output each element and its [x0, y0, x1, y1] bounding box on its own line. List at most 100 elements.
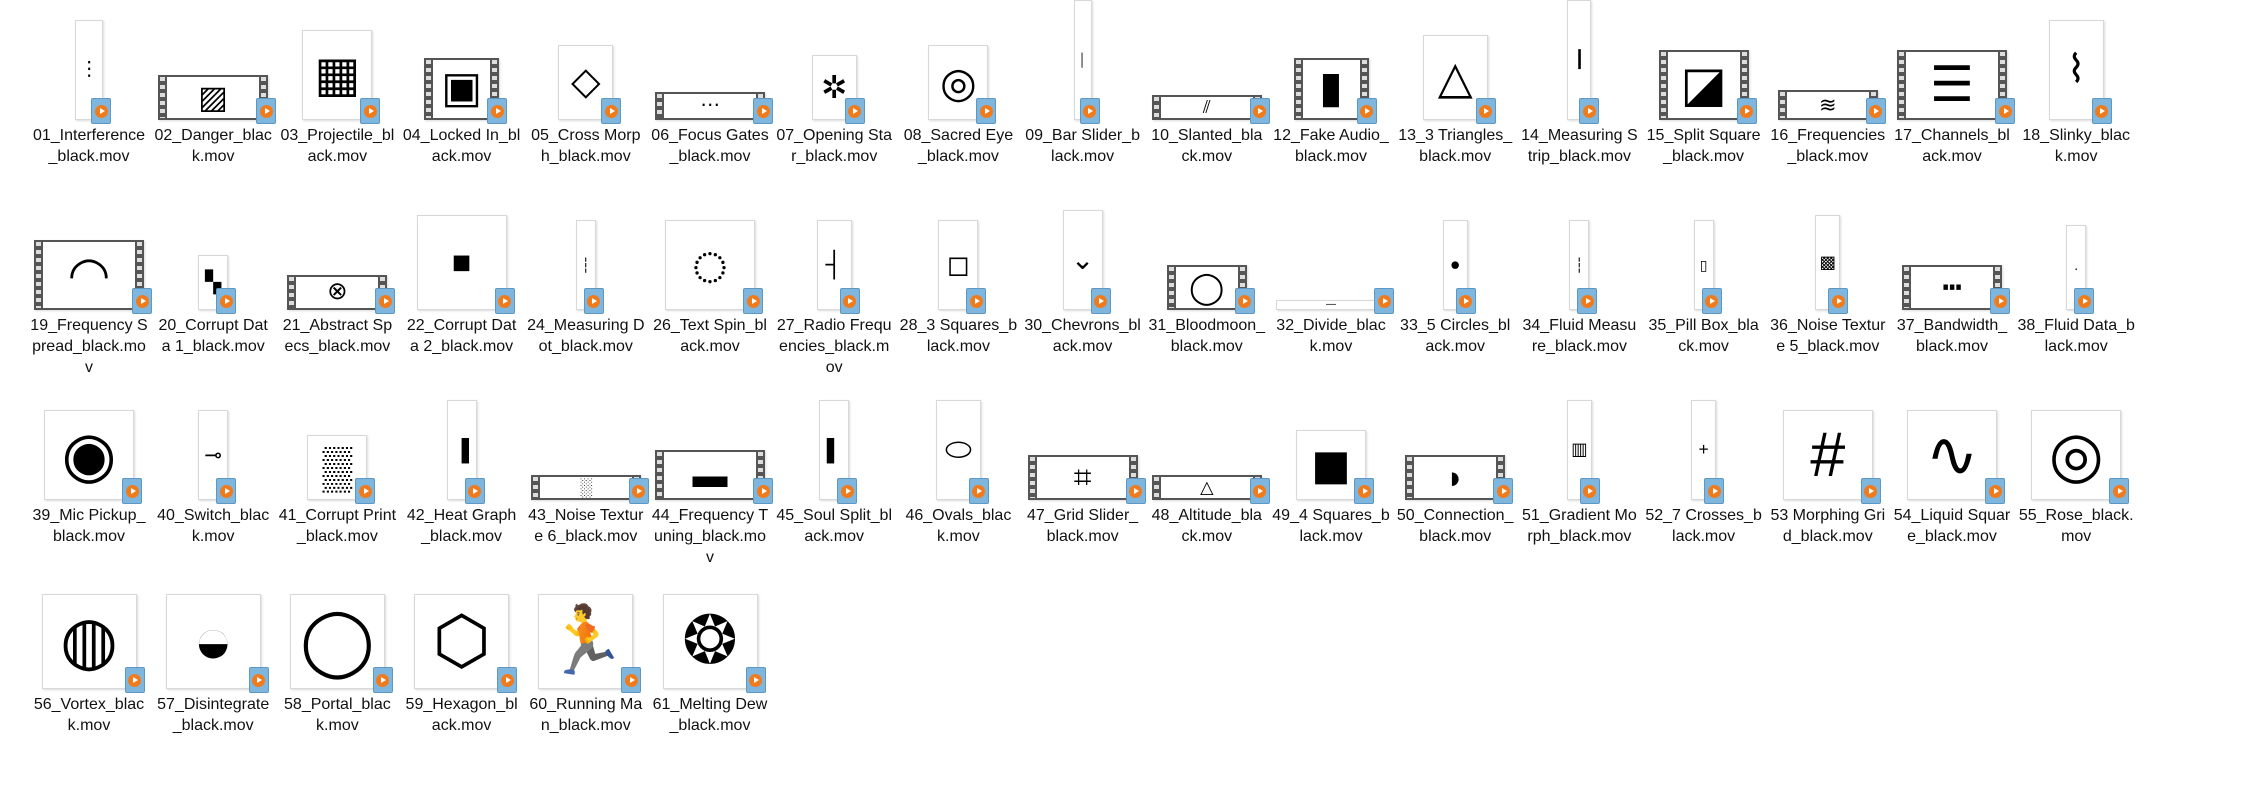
thumbnail-preview-icon: # [1810, 419, 1846, 490]
play-icon [1993, 294, 2007, 308]
video-play-badge-icon [355, 478, 376, 504]
thumbnail-area: ▦ [276, 0, 398, 124]
play-icon [979, 104, 993, 118]
play-icon [1869, 104, 1883, 118]
thumbnail-area: ❂ [649, 564, 771, 693]
thumbnail-preview-icon: ⫽ [1202, 97, 1211, 117]
file-name: 37_Bandwidth_black.mov [1896, 317, 2008, 355]
video-play-badge-icon [1455, 288, 1476, 314]
play-icon [1740, 104, 1754, 118]
thumbnail-area: ● [1394, 185, 1516, 314]
thumbnail-area: ◗ [1394, 375, 1516, 504]
file-name: 15_Split Square_black.mov [1646, 127, 1761, 165]
file-name: 45_Soul Split_black.mov [776, 507, 892, 545]
play-icon [1253, 104, 1267, 118]
thumbnail-preview-icon: + [1698, 439, 1709, 460]
video-thumbnail: ⋯ [655, 92, 765, 120]
file-name: 61_Melting Dew_black.mov [652, 696, 768, 734]
thumbnail-area: ┅ [1891, 185, 2013, 314]
file-name: 34_Fluid Measure_black.mov [1522, 317, 1637, 355]
video-thumbnail: ⫽ [1151, 95, 1262, 120]
thumbnail-preview-icon: ⌗ [1073, 458, 1092, 495]
thumbnail-preview-icon: ⬡ [432, 604, 491, 679]
thumbnail-preview-icon: ⌇ [2066, 47, 2086, 91]
thumbnail-area: │ [1022, 0, 1144, 124]
file-name: 02_Danger_black.mov [154, 127, 272, 165]
thumbnail-preview-icon: △ [1437, 51, 1473, 103]
thumbnail-preview-icon: ┃ [1574, 49, 1585, 69]
thumbnail-area: ◎ [897, 0, 1019, 124]
play-icon [363, 104, 377, 118]
thumbnail-preview-icon: ∿ [1925, 419, 1979, 490]
video-play-badge-icon [753, 98, 773, 124]
thumbnail-preview-icon: ⋮ [79, 58, 99, 81]
play-icon [1705, 294, 1719, 308]
video-thumbnail: ⬡ [414, 594, 510, 689]
thumbnail-area: ▬ [649, 375, 773, 504]
file-name: 03_Projectile_black.mov [280, 127, 395, 165]
thumbnail-preview-icon: ▪ [450, 227, 473, 297]
thumbnail-area: △ [1146, 375, 1270, 504]
video-play-badge-icon [216, 478, 237, 504]
thumbnail-preview-icon: ▯ [1699, 257, 1708, 273]
video-play-badge-icon [464, 478, 485, 504]
thumbnail-area: ┃ [1518, 0, 1640, 124]
video-play-badge-icon [1356, 98, 1377, 124]
thumbnail-area: ◯ [1146, 185, 1268, 314]
file-name: 56_Vortex_black.mov [33, 696, 145, 734]
play-icon [468, 484, 482, 498]
play-icon [1864, 484, 1878, 498]
thumbnail-area: ⌇ [2015, 0, 2137, 124]
thumbnail-preview-icon: 🏃 [544, 604, 628, 679]
play-icon [219, 294, 233, 308]
thumbnail-preview-icon: ✲ [820, 68, 848, 105]
video-thumbnail: ◍ [41, 594, 137, 689]
file-name: 35_Pill Box_black.mov [1648, 317, 1759, 355]
thumbnail-preview-icon: ⬭ [944, 431, 972, 468]
thumbnail-preview-icon: ▌ [826, 438, 842, 462]
file-name: 06_Focus Gates_black.mov [651, 127, 769, 165]
file-name: 30_Chevrons_black.mov [1024, 317, 1141, 355]
play-icon [840, 484, 854, 498]
video-play-badge-icon [1579, 478, 1600, 504]
file-name: 05_Cross Morph_black.mov [531, 127, 641, 165]
video-thumbnail: △ [1151, 475, 1262, 500]
file-name: 36_Noise Texture 5_black.mov [1770, 317, 1886, 355]
file-name: 20_Corrupt Data 1_black.mov [158, 317, 268, 355]
thumbnail-area: ░ [525, 375, 649, 504]
thumbnail-preview-icon: ◻ [946, 249, 971, 280]
thumbnail-area: ∿ [1891, 375, 2013, 504]
thumbnail-preview-icon: ⌄ [1070, 244, 1095, 275]
play-icon [756, 484, 770, 498]
thumbnail-preview-icon: ┆ [581, 257, 591, 273]
thumbnail-area: ⫽ [1146, 0, 1270, 124]
video-play-badge-icon [1125, 478, 1146, 504]
file-name: 41_Corrupt Print_black.mov [278, 507, 397, 545]
video-thumbnail: ☰ [1897, 50, 2007, 120]
file-name: 14_Measuring Strip_black.mov [1521, 127, 1638, 165]
video-play-badge-icon [2091, 98, 2112, 124]
thumbnail-area: ▌ [773, 375, 895, 504]
play-icon [2112, 484, 2126, 498]
file-name: 53 Morphing Grid_black.mov [1770, 507, 1886, 545]
video-play-badge-icon [621, 667, 642, 693]
video-play-badge-icon [216, 288, 237, 314]
play-icon [500, 673, 514, 687]
video-play-badge-icon [745, 667, 766, 693]
file-name: 55_Rose_black.mov [2018, 507, 2134, 545]
video-thumbnail: ┅ [1902, 265, 2002, 310]
file-name: 42_Heat Graph_black.mov [406, 507, 517, 545]
thumbnail-preview-icon: ◯ [1189, 268, 1225, 305]
play-icon [1357, 484, 1371, 498]
thumbnail-area: ≋ [1767, 0, 1889, 124]
video-play-badge-icon [968, 478, 989, 504]
video-play-badge-icon [248, 667, 269, 693]
play-icon [632, 484, 646, 498]
thumbnail-area: ⋮ [28, 0, 150, 124]
video-thumbnail: ◪ [1658, 50, 1749, 120]
file-name: 16_Frequencies_black.mov [1770, 127, 1886, 165]
thumbnail-preview-icon: ◠ [67, 247, 111, 302]
thumbnail-area: ◌ [649, 185, 771, 314]
thumbnail-area: ◯ [276, 564, 398, 693]
thumbnail-area: ▥ [1518, 375, 1640, 504]
